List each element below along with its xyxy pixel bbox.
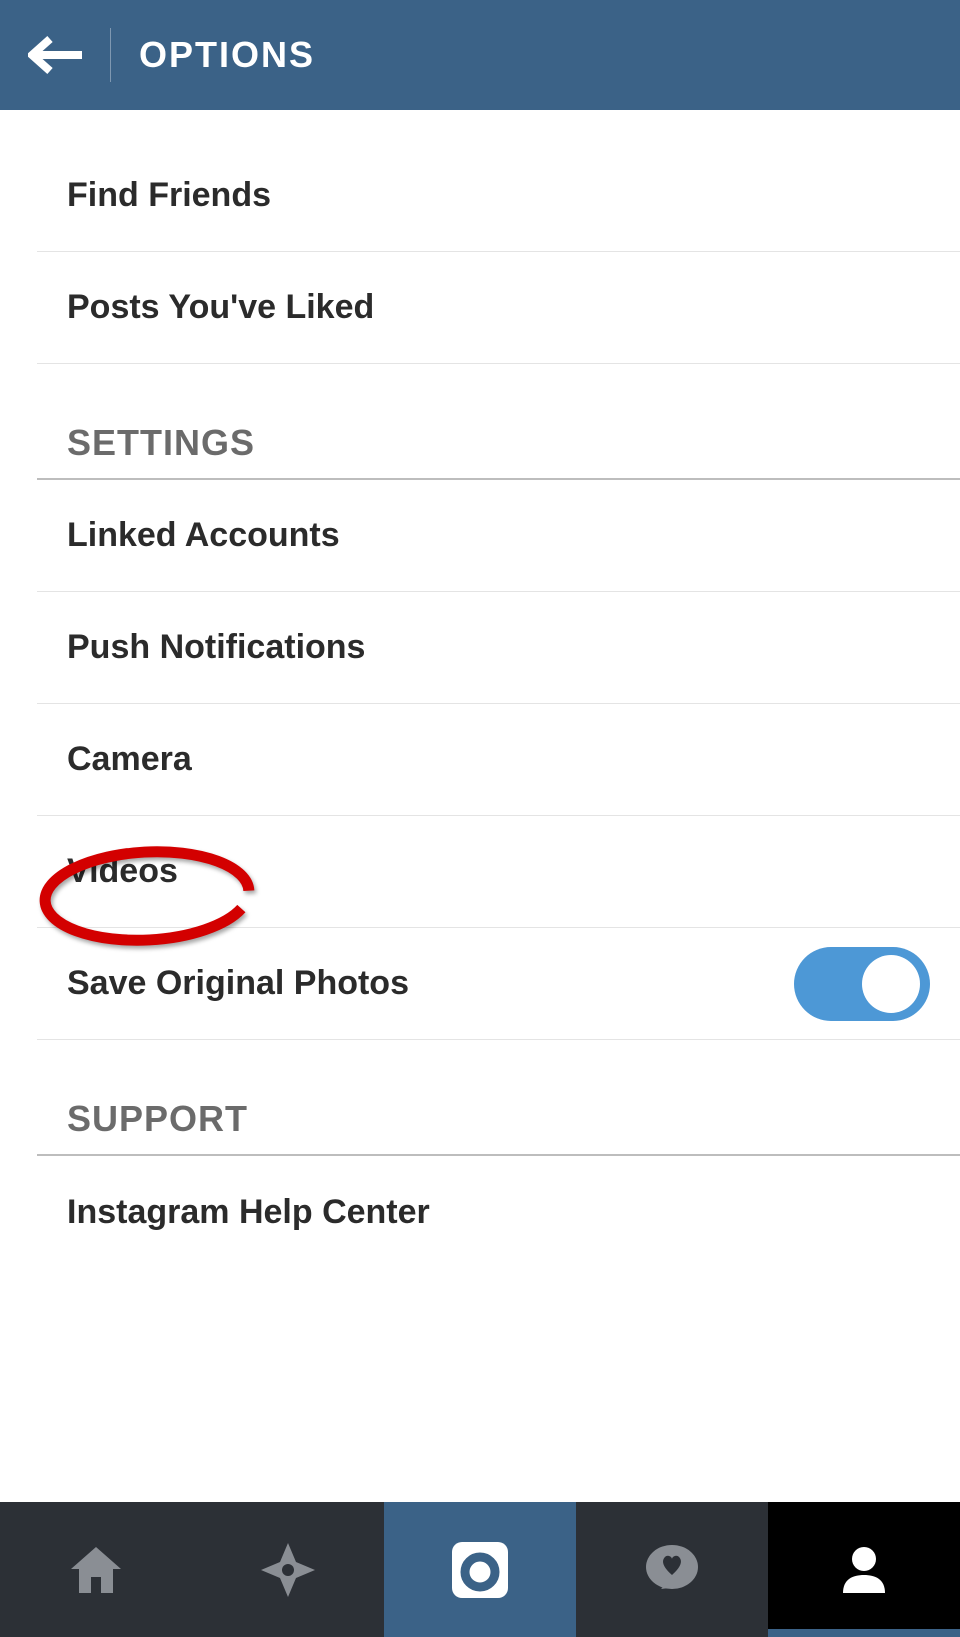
page-title: OPTIONS <box>139 34 315 76</box>
item-instagram-help-center[interactable]: Instagram Help Center <box>37 1156 960 1268</box>
item-label: Videos <box>67 852 178 891</box>
item-posts-youve-liked[interactable]: Posts You've Liked <box>37 252 960 364</box>
back-arrow-icon <box>28 35 84 75</box>
explore-icon <box>259 1541 317 1599</box>
item-save-original-photos[interactable]: Save Original Photos <box>37 928 960 1040</box>
section-title: SETTINGS <box>67 422 255 463</box>
nav-activity[interactable] <box>576 1502 768 1637</box>
bottom-navbar <box>0 1502 960 1637</box>
section-header-support: SUPPORT <box>37 1040 960 1156</box>
camera-icon <box>448 1538 512 1602</box>
item-linked-accounts[interactable]: Linked Accounts <box>37 480 960 592</box>
item-label: Push Notifications <box>67 628 365 667</box>
save-original-photos-toggle[interactable] <box>794 947 930 1021</box>
profile-icon <box>835 1541 893 1599</box>
item-label: Save Original Photos <box>67 964 409 1003</box>
header-divider <box>110 28 111 82</box>
home-icon <box>67 1541 125 1599</box>
back-button[interactable] <box>28 27 84 83</box>
section-header-settings: SETTINGS <box>37 364 960 480</box>
section-title: SUPPORT <box>67 1098 248 1139</box>
item-label: Find Friends <box>67 176 271 215</box>
heart-bubble-icon <box>643 1541 701 1599</box>
item-label: Camera <box>67 740 192 779</box>
header-bar: OPTIONS <box>0 0 960 110</box>
nav-home[interactable] <box>0 1502 192 1637</box>
toggle-knob <box>862 955 920 1013</box>
nav-profile[interactable] <box>768 1502 960 1637</box>
item-push-notifications[interactable]: Push Notifications <box>37 592 960 704</box>
item-camera[interactable]: Camera <box>37 704 960 816</box>
item-label: Linked Accounts <box>67 516 340 555</box>
nav-camera[interactable] <box>384 1502 576 1637</box>
item-videos[interactable]: Videos <box>37 816 960 928</box>
item-find-friends[interactable]: Find Friends <box>37 140 960 252</box>
item-label: Posts You've Liked <box>67 288 374 327</box>
content-area: Find Friends Posts You've Liked SETTINGS… <box>0 140 960 1532</box>
nav-explore[interactable] <box>192 1502 384 1637</box>
item-label: Instagram Help Center <box>67 1193 430 1232</box>
